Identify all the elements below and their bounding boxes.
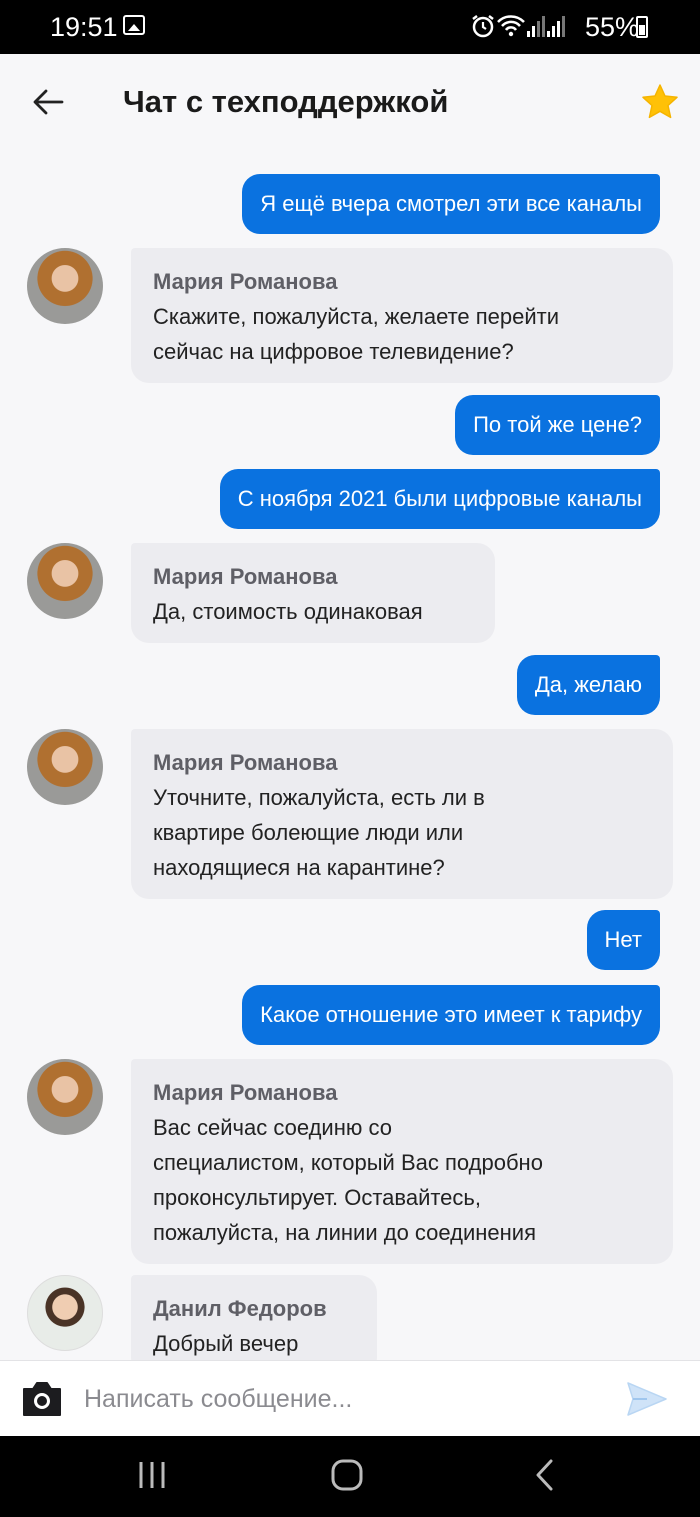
message-composer [0,1360,700,1437]
message-input[interactable] [82,1375,606,1423]
status-time: 19:51 [50,12,118,42]
back-button[interactable] [28,82,68,122]
sender-name: Мария Романова [153,1080,338,1105]
message-text: Уточните, пожалуйста, есть ли в квартире… [153,785,485,880]
photo-icon [123,15,145,35]
message-outgoing: Какое отношение это имеет к тарифу [242,985,660,1045]
home-icon [331,1459,363,1491]
recent-apps-button[interactable] [137,1460,167,1490]
signal-icon [547,16,565,38]
home-button[interactable] [330,1458,364,1492]
message-text: Вас сейчас соединю со специалистом, кото… [153,1115,543,1245]
camera-button[interactable] [20,1380,64,1418]
message-text: Нет [604,927,642,952]
system-nav-bar [0,1436,700,1517]
alarm-icon [472,15,494,38]
message-text: Я ещё вчера смотрел эти все каналы [260,191,642,216]
wifi-icon [497,15,525,37]
message-outgoing: С ноября 2021 были цифровые каналы [219,469,660,529]
message-incoming: Данил Федоров Добрый вечер [131,1275,377,1360]
avatar[interactable] [27,248,103,324]
message-outgoing: Нет [586,910,660,970]
chat-header: Чат с техподдержкой [0,54,700,150]
status-icons [470,12,566,39]
sender-name: Мария Романова [153,564,338,589]
message-incoming: Мария Романова Скажите, пожалуйста, жела… [131,248,673,383]
send-button[interactable] [625,1379,669,1419]
battery-icon [636,16,648,38]
message-text: По той же цене? [473,412,642,437]
sender-name: Данил Федоров [153,1296,327,1321]
nav-back-button[interactable] [530,1458,560,1492]
message-outgoing: По той же цене? [455,395,660,455]
message-outgoing: Да, желаю [516,655,660,715]
star-icon [642,84,678,119]
message-outgoing: Я ещё вчера смотрел эти все каналы [242,174,660,234]
signal-icon [527,16,545,38]
camera-icon [23,1382,61,1416]
battery-percent: 55% [585,12,640,42]
status-bar: 19:51 55% [0,0,700,54]
sender-name: Мария Романова [153,750,338,775]
message-incoming: Мария Романова Вас сейчас соединю со спе… [131,1059,673,1264]
avatar[interactable] [27,1059,103,1135]
avatar[interactable] [27,729,103,805]
message-text: Добрый вечер [153,1331,299,1356]
recent-apps-icon [139,1462,165,1488]
message-text: Какое отношение это имеет к тарифу [260,1002,642,1027]
avatar[interactable] [27,543,103,619]
message-text: Да, стоимость одинаковая [153,599,423,624]
message-text: Скажите, пожалуйста, желаете перейти сей… [153,304,560,364]
avatar[interactable] [27,1275,103,1351]
page-title: Чат с техподдержкой [123,84,449,119]
send-icon [627,1382,667,1416]
message-text: Да, желаю [534,672,642,697]
chat-messages[interactable]: Я ещё вчера смотрел эти все каналы Мария… [0,150,700,1360]
favorite-button[interactable] [640,82,680,122]
message-incoming: Мария Романова Да, стоимость одинаковая [131,543,495,643]
message-incoming: Мария Романова Уточните, пожалуйста, ест… [131,729,673,899]
back-icon [536,1459,553,1491]
message-text: С ноября 2021 были цифровые каналы [237,486,642,511]
sender-name: Мария Романова [153,269,338,294]
arrow-left-icon [33,89,64,115]
